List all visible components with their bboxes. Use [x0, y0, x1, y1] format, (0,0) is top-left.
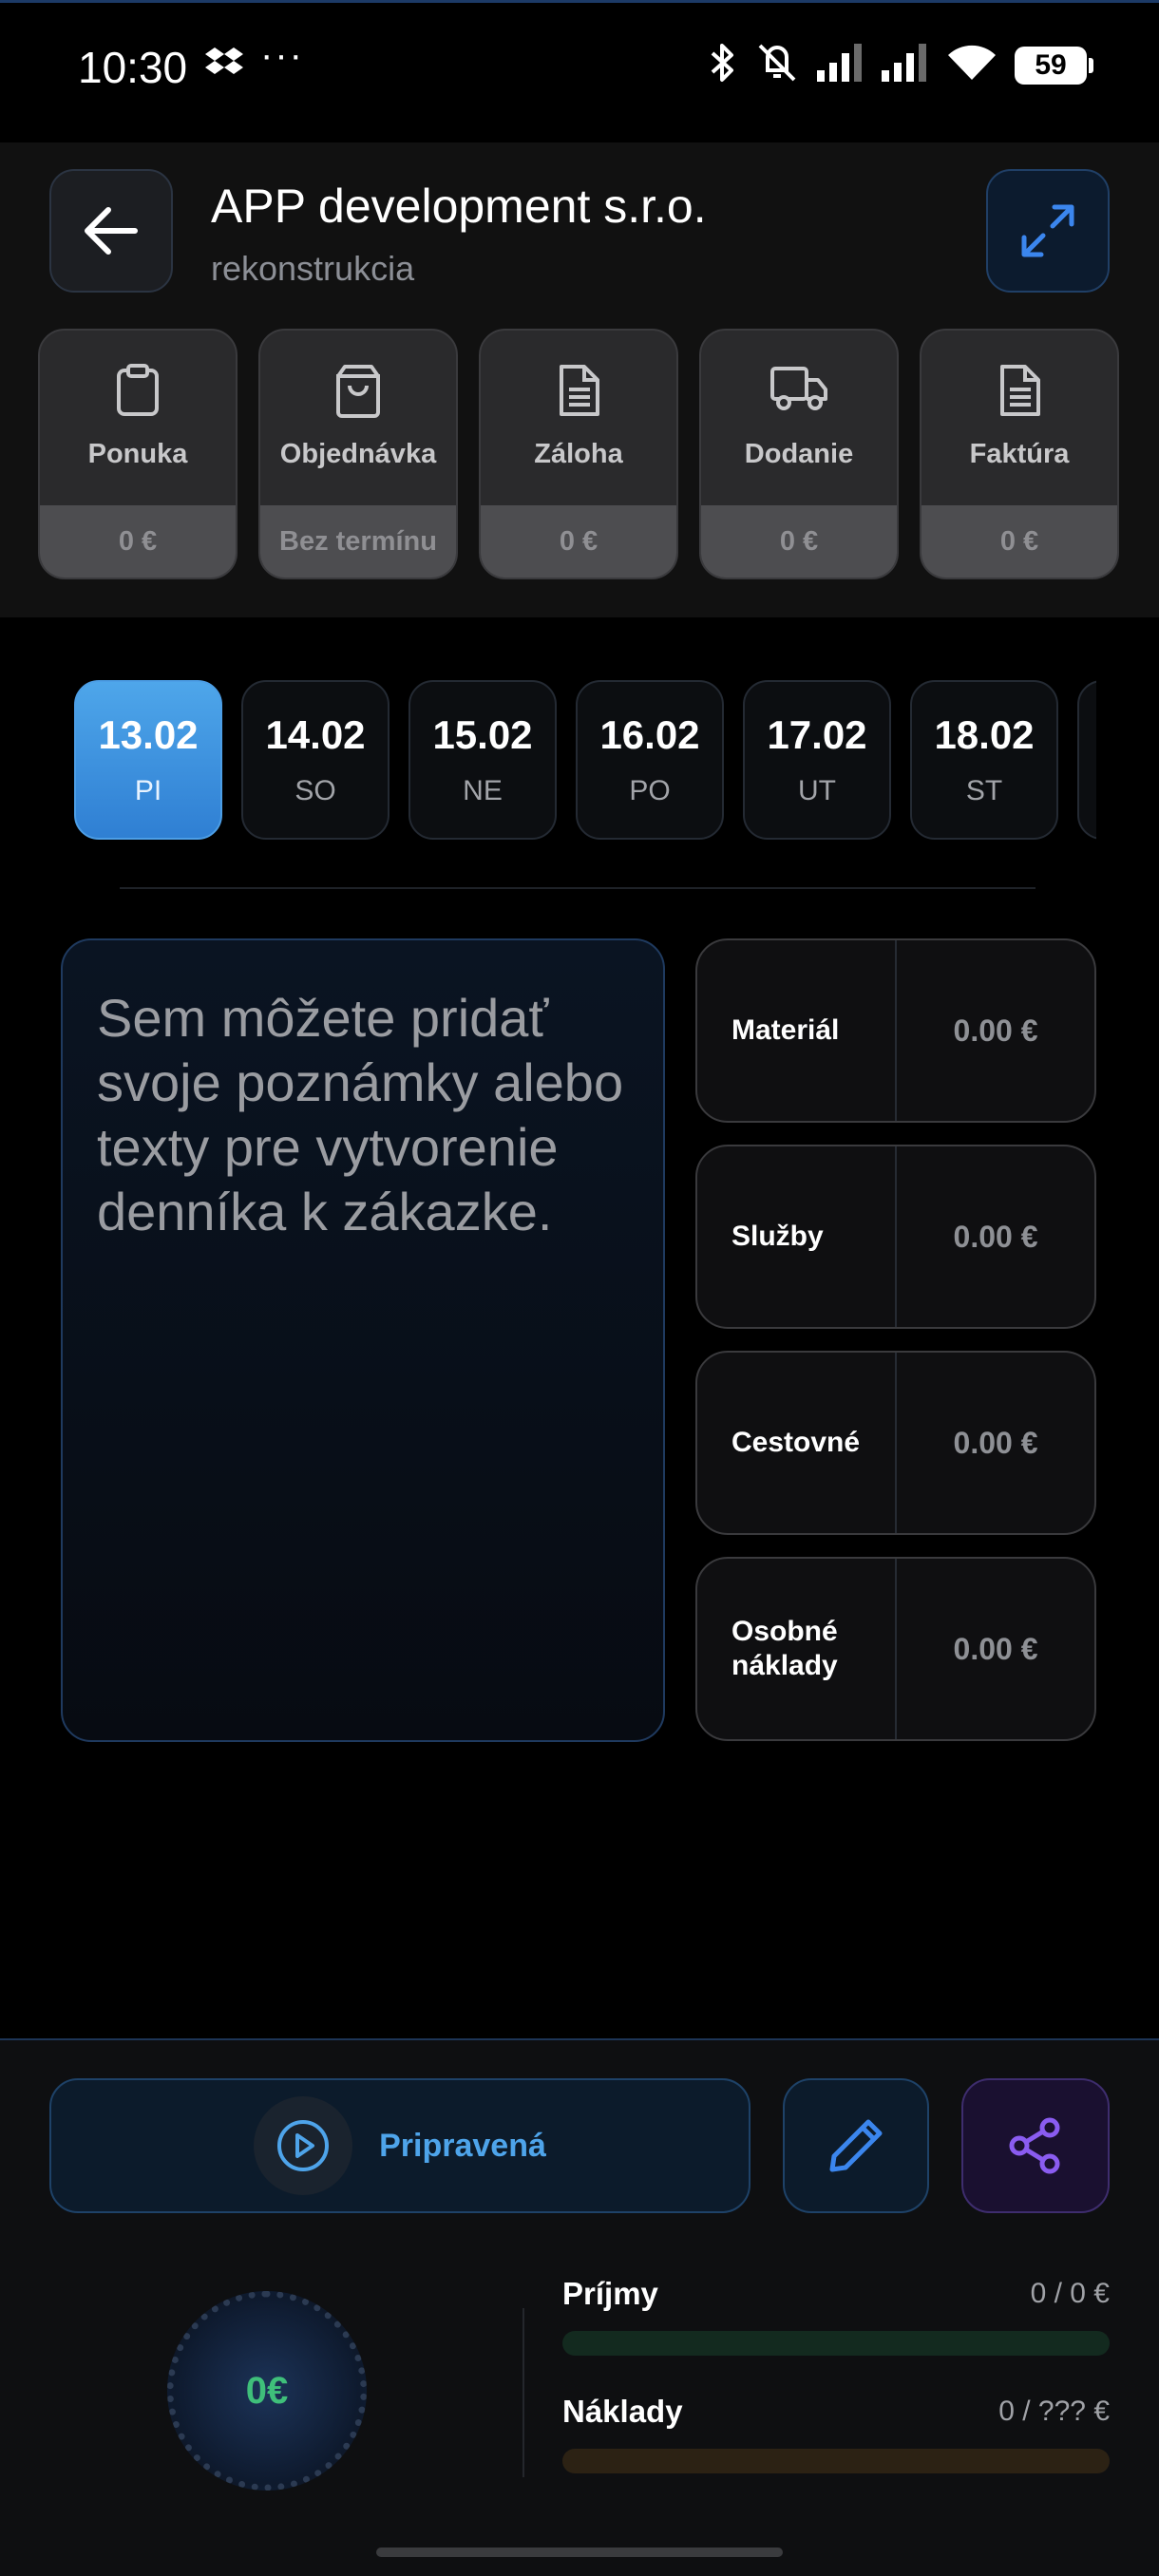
document-icon — [481, 363, 676, 418]
income-label: Príjmy — [562, 2276, 658, 2311]
shopping-bag-icon — [260, 363, 456, 418]
date-chip-weekday: PO — [629, 775, 671, 806]
signal-icon — [817, 44, 864, 86]
arrow-left-icon — [85, 207, 138, 255]
date-chip[interactable] — [1077, 680, 1096, 840]
date-chip[interactable]: 14.02 SO — [241, 680, 390, 840]
date-chip-weekday: SO — [294, 775, 336, 806]
document-icon — [922, 363, 1117, 418]
expand-button[interactable] — [986, 169, 1110, 293]
cost-label: Cestovné — [697, 1353, 897, 1533]
expand-icon — [1021, 204, 1074, 257]
doc-card-value: 0 € — [701, 505, 897, 578]
date-chip-date: 13.02 — [98, 712, 199, 757]
date-chip-weekday: PI — [134, 775, 162, 806]
doc-card-value: 0 € — [40, 505, 236, 578]
doc-card-dodanie[interactable]: Dodanie 0 € — [699, 329, 899, 579]
truck-icon — [701, 363, 897, 412]
date-chip-date: 16.02 — [599, 712, 700, 757]
doc-card-zaloha[interactable]: Záloha 0 € — [479, 329, 678, 579]
status-label: Pripravená — [379, 2127, 546, 2164]
date-chip[interactable]: 16.02 PO — [576, 680, 724, 840]
doc-card-value: 0 € — [481, 505, 676, 578]
notes-placeholder: Sem môžete pridať svoje poznámky alebo t… — [97, 988, 624, 1241]
summary-divider — [522, 2308, 524, 2477]
share-icon — [1009, 2117, 1060, 2174]
date-chip[interactable]: 18.02 ST — [910, 680, 1058, 840]
doc-card-label: Objednávka — [279, 439, 437, 469]
play-icon — [254, 2096, 353, 2195]
battery-icon: 59 — [1015, 46, 1093, 85]
cost-value: 0.00 € — [953, 1631, 1038, 1666]
doc-card-value: Bez termínu — [260, 505, 456, 578]
cost-value: 0.00 € — [953, 1219, 1038, 1254]
income-progress-bar — [562, 2331, 1110, 2356]
clipboard-icon — [40, 363, 236, 418]
project-subtitle: rekonstrukcia — [211, 249, 415, 288]
date-chip-date: 18.02 — [934, 712, 1035, 757]
date-chip-selected[interactable]: 13.02 PI — [74, 680, 222, 840]
date-chip-date: 17.02 — [767, 712, 867, 757]
cost-row-material[interactable]: Materiál 0.00 € — [695, 938, 1096, 1123]
balance-indicator: 0€ — [167, 2291, 367, 2491]
mute-vibrate-icon — [754, 42, 800, 88]
expense-label: Náklady — [562, 2394, 683, 2429]
doc-card-ponuka[interactable]: Ponuka 0 € — [38, 329, 238, 579]
cost-row-services[interactable]: Služby 0.00 € — [695, 1145, 1096, 1329]
share-button[interactable] — [961, 2078, 1110, 2213]
project-header: APP development s.r.o. rekonstrukcia Pon… — [0, 142, 1159, 617]
bluetooth-icon — [709, 42, 737, 88]
doc-card-label: Ponuka — [87, 439, 188, 469]
cost-label: Služby — [697, 1146, 897, 1327]
doc-card-label: Faktúra — [969, 439, 1070, 469]
project-title: APP development s.r.o. — [211, 180, 707, 233]
bottom-panel: Pripravená 0€ Príjmy 0 / 0 € Náklady 0 /… — [0, 2038, 1159, 2576]
more-notifications-icon: ··· — [260, 34, 304, 76]
date-chip-date: 14.02 — [265, 712, 366, 757]
date-chip[interactable]: 17.02 UT — [743, 680, 891, 840]
back-button[interactable] — [49, 169, 173, 293]
section-divider — [120, 887, 1036, 889]
expense-value: 0 / ??? € — [998, 2396, 1110, 2427]
status-bar: 10:30 ··· 59 — [0, 0, 1159, 133]
date-chip-weekday: NE — [463, 775, 503, 806]
cost-value: 0.00 € — [953, 1013, 1038, 1048]
date-chip[interactable]: 15.02 NE — [408, 680, 557, 840]
dropbox-icon — [205, 46, 243, 85]
income-value: 0 / 0 € — [1030, 2278, 1110, 2309]
home-indicator[interactable] — [376, 2548, 783, 2557]
document-cards: Ponuka 0 € Objednávka Bez termínu Záloha… — [38, 329, 1121, 579]
date-strip[interactable]: 13.02 PI 14.02 SO 15.02 NE 16.02 PO 17.0… — [74, 680, 1096, 840]
cost-row-travel[interactable]: Cestovné 0.00 € — [695, 1351, 1096, 1535]
status-button[interactable]: Pripravená — [49, 2078, 750, 2213]
pencil-icon — [829, 2119, 883, 2172]
cost-list: Materiál 0.00 € Služby 0.00 € Cestovné 0… — [695, 938, 1096, 1763]
cost-row-personal[interactable]: Osobné náklady 0.00 € — [695, 1557, 1096, 1741]
cost-label: Osobné náklady — [697, 1559, 897, 1739]
doc-card-label: Dodanie — [744, 439, 854, 469]
date-chip-weekday: UT — [798, 775, 836, 806]
expense-progress-bar — [562, 2449, 1110, 2473]
wifi-icon — [946, 44, 998, 86]
notes-input[interactable]: Sem môžete pridať svoje poznámky alebo t… — [61, 938, 665, 1742]
doc-card-label: Záloha — [534, 439, 623, 469]
doc-card-objednavka[interactable]: Objednávka Bez termínu — [258, 329, 458, 579]
doc-card-value: 0 € — [922, 505, 1117, 578]
date-chip-date: 15.02 — [432, 712, 533, 757]
signal-icon — [882, 44, 929, 86]
doc-card-faktura[interactable]: Faktúra 0 € — [920, 329, 1119, 579]
cost-label: Materiál — [697, 940, 897, 1121]
status-time: 10:30 — [78, 43, 188, 92]
date-chip-weekday: ST — [965, 775, 1003, 806]
cost-value: 0.00 € — [953, 1425, 1038, 1460]
edit-button[interactable] — [783, 2078, 929, 2213]
